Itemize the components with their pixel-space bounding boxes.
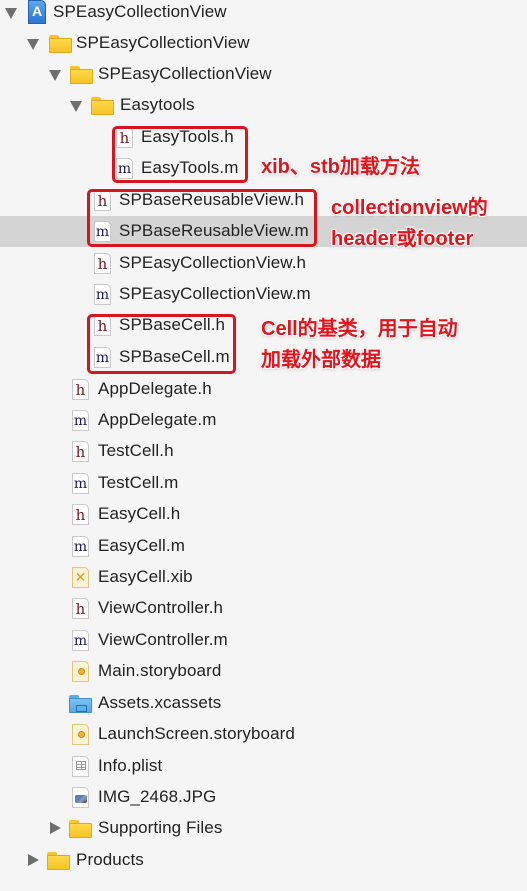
tree-row-folder[interactable]: Supporting Files [0,813,527,844]
file-label: ViewController.h [98,598,224,617]
tree-row-file[interactable]: m SPEasyCollectionView.m [0,279,527,310]
tree-row-file[interactable]: Info.plist [0,751,527,782]
tree-row-folder[interactable]: Easytools [0,90,527,121]
folder-icon [47,852,70,870]
header-file-icon: h [72,379,89,400]
tree-row-file[interactable]: h EasyTools.h [0,122,527,153]
folder-label: Products [76,850,144,869]
highlight-box-easytools [112,126,248,183]
file-label: Assets.xcassets [98,693,222,712]
tree-row-file[interactable]: m TestCell.m [0,468,527,499]
folder-label: Supporting Files [98,818,223,837]
implementation-file-icon: m [72,536,89,557]
annotation-easytools: xib、stb加载方法 [261,156,420,178]
header-file-icon: h [72,598,89,619]
annotation-reusable-line1: collectionview的 [331,197,488,219]
tree-row-file[interactable]: h AppDelegate.h [0,374,527,405]
file-label: AppDelegate.m [98,410,217,429]
file-label: TestCell.m [98,473,179,492]
storyboard-file-icon [72,724,89,745]
disclosure-open-icon[interactable] [70,101,82,112]
tree-row-folder[interactable]: SPEasyCollectionView [0,59,527,90]
file-label: AppDelegate.h [98,379,212,398]
annotation-reusable-line2: header或footer [331,228,474,250]
tree-row-folder[interactable]: Products [0,845,527,876]
highlight-box-basecell [87,314,236,374]
implementation-file-icon: m [72,473,89,494]
storyboard-file-icon [72,661,89,682]
tree-row-file[interactable]: LaunchScreen.storyboard [0,719,527,750]
image-file-icon [72,787,89,808]
file-label: EasyCell.m [98,536,185,555]
disclosure-open-icon[interactable] [27,39,39,50]
tree-row-project[interactable]: A SPEasyCollectionView [0,0,527,28]
folder-icon [49,35,72,53]
folder-icon [91,97,114,115]
folder-label: Easytools [120,95,195,114]
file-label: IMG_2468.JPG [98,787,217,806]
tree-row-file[interactable]: Main.storyboard [0,656,527,687]
file-label: EasyCell.xib [98,567,193,586]
file-label: ViewController.m [98,630,228,649]
disclosure-open-icon[interactable] [5,8,17,19]
tree-row-file[interactable]: m AppDelegate.m [0,405,527,436]
tree-row-file[interactable]: h ViewController.h [0,593,527,624]
disclosure-closed-icon[interactable] [50,822,61,834]
header-file-icon: h [94,253,111,274]
plist-file-icon [72,756,89,777]
disclosure-open-icon[interactable] [49,70,61,81]
folder-label: SPEasyCollectionView [98,64,272,83]
file-label: EasyCell.h [98,504,181,523]
asset-catalog-icon [69,695,92,713]
disclosure-closed-icon[interactable] [28,854,39,866]
file-label: Main.storyboard [98,661,222,680]
tree-row-file[interactable]: m EasyCell.m [0,531,527,562]
project-label: SPEasyCollectionView [53,2,227,21]
implementation-file-icon: m [72,410,89,431]
highlight-box-reusableview [87,189,317,247]
tree-row-file[interactable]: Assets.xcassets [0,688,527,719]
folder-icon [70,66,93,84]
file-label: SPEasyCollectionView.m [119,284,311,303]
file-label: Info.plist [98,756,163,775]
xib-file-icon: ✕ [72,567,89,588]
tree-row-file[interactable]: h EasyCell.h [0,499,527,530]
tree-row-file[interactable]: IMG_2468.JPG [0,782,527,813]
file-label: TestCell.h [98,441,174,460]
tree-row-file[interactable]: ✕ EasyCell.xib [0,562,527,593]
tree-row-folder[interactable]: SPEasyCollectionView [0,28,527,59]
folder-icon [69,820,92,838]
file-label: LaunchScreen.storyboard [98,724,295,743]
tree-row-file[interactable]: m ViewController.m [0,625,527,656]
implementation-file-icon: m [94,284,111,305]
tree-row-file[interactable]: h TestCell.h [0,436,527,467]
header-file-icon: h [72,441,89,462]
implementation-file-icon: m [72,630,89,651]
xcode-project-icon: A [28,0,46,24]
folder-label: SPEasyCollectionView [76,33,250,52]
annotation-basecell-line1: Cell的基类，用于自动 [261,318,458,340]
annotation-basecell-line2: 加载外部数据 [261,349,381,371]
header-file-icon: h [72,504,89,525]
file-label: SPEasyCollectionView.h [119,253,307,272]
